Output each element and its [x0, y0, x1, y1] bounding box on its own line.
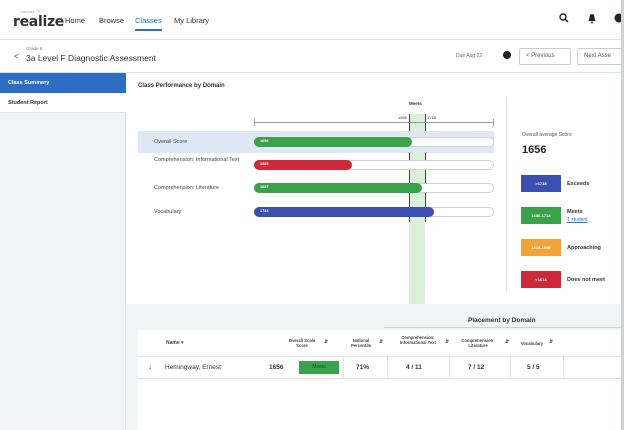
legend-label-approaching: Approaching	[567, 245, 601, 251]
vocabulary-placement: 5 / 5	[527, 364, 540, 371]
student-name[interactable]: Hemingway, Ernest	[165, 364, 221, 371]
placement-title: Placement by Domain	[468, 317, 536, 324]
informational-text-placement: 4 / 11	[406, 364, 422, 371]
average-score-label: Overall average Score	[522, 132, 572, 138]
nav-classes[interactable]: Classes	[135, 16, 162, 31]
legend-divider	[506, 97, 507, 292]
column-header-informational-text[interactable]: Comprehension: Informational Text	[392, 335, 444, 345]
sidebar: Class Summary Student Report	[0, 73, 126, 430]
literature-placement: 7 / 12	[468, 364, 485, 371]
domain-row: Comprehension: Literature 1687	[138, 177, 494, 199]
meets-lower-value: 1656	[398, 115, 407, 120]
brand-logo[interactable]: savvas ™ realize	[13, 9, 64, 33]
expand-row-icon[interactable]: ↓	[148, 362, 152, 371]
domain-bar-fill[interactable]: 1687	[254, 183, 422, 193]
column-divider	[449, 357, 450, 379]
domain-bar-value: 1589	[260, 162, 269, 166]
column-header-overall-score[interactable]: Overall Scale Score	[283, 338, 321, 348]
card-title: Class Performance by Domain	[138, 83, 225, 89]
domain-bar-value: 1744	[260, 209, 269, 213]
meets-upper-value: 1718	[427, 115, 436, 120]
top-navigation-bar: savvas ™ realize Home Browse Classes My …	[0, 0, 624, 40]
domain-bar-track: 1744	[254, 207, 494, 217]
nav-browse[interactable]: Browse	[99, 16, 124, 25]
status-badge: Meets	[299, 361, 339, 374]
domain-label: Overall Score	[154, 139, 188, 145]
scale-axis	[254, 122, 494, 123]
back-icon[interactable]: <	[14, 52, 19, 61]
legend-swatch-does-not-meet: <1614	[521, 271, 561, 288]
sort-icon[interactable]: ⇵	[324, 340, 328, 345]
legend-swatch-meets: 1656-1718	[521, 207, 561, 224]
domain-bar-fill[interactable]: 1744	[254, 207, 434, 217]
legend-swatch-approaching: 1614-1655	[521, 239, 561, 256]
bell-icon[interactable]	[586, 13, 598, 27]
previous-button[interactable]: < Previous	[519, 48, 571, 65]
legend-label-meets: Meets	[567, 209, 583, 215]
legend-swatch-exceeds: >1718	[521, 175, 561, 192]
placement-divider	[384, 327, 624, 328]
overall-scale-score: 1656	[269, 364, 284, 371]
table-header: Name ▾ Overall Scale Score ⇵ National Pe…	[138, 330, 624, 357]
column-header-vocabulary[interactable]: Vocabulary	[514, 341, 550, 346]
assignment-header: < Grade 6 3a Level F Diagnostic Assessme…	[0, 40, 624, 73]
app-window: savvas ™ realize Home Browse Classes My …	[0, 0, 624, 430]
column-header-name[interactable]: Name ▾	[166, 341, 184, 346]
domain-row: Vocabulary 1744	[138, 201, 494, 223]
status-dot-icon	[503, 51, 511, 59]
search-icon[interactable]	[558, 13, 570, 27]
sort-icon[interactable]: ⇵	[379, 340, 383, 345]
domain-label: Comprehension: Literature	[154, 185, 220, 191]
domain-row: Comprehension: Informational Text 1589	[138, 154, 494, 176]
page-title: 3a Level F Diagnostic Assessment	[26, 53, 156, 63]
legend-label-does-not-meet: Does not meet	[567, 277, 605, 283]
sort-icon[interactable]: ⇵	[505, 340, 509, 345]
domain-bar-value: 1687	[260, 185, 269, 189]
nav-my-library[interactable]: My Library	[174, 16, 209, 25]
sidebar-item-student-report[interactable]: Student Report	[0, 93, 126, 113]
domain-bar-track: 1589	[254, 160, 494, 170]
sidebar-item-class-summary[interactable]: Class Summary	[0, 73, 126, 93]
column-divider	[563, 357, 564, 379]
breadcrumb[interactable]: Grade 6	[26, 46, 42, 51]
domain-bar-track: 1687	[254, 183, 494, 193]
scale-tick	[254, 119, 255, 126]
meets-students-link[interactable]: 1 student	[567, 217, 588, 223]
domain-row: Overall Score 1656	[138, 131, 494, 153]
next-assessment-button[interactable]: Next Asse	[577, 48, 624, 65]
column-divider	[387, 357, 388, 379]
national-percentile: 71%	[356, 364, 370, 371]
column-divider	[343, 357, 344, 379]
legend-label-exceeds: Exceeds	[567, 181, 590, 187]
domain-bar-fill[interactable]: 1656	[254, 137, 412, 147]
column-divider	[510, 357, 511, 379]
brand-wordmark: realize	[13, 14, 64, 30]
sort-down-icon[interactable]: ▾	[181, 340, 184, 346]
class-performance-card: Class Performance by Domain Meets 1656 1…	[126, 73, 624, 344]
domain-label: Comprehension: Informational Text	[154, 157, 240, 163]
placement-table-section: Placement by Domain Name ▾ Overall Scale…	[126, 304, 624, 430]
domain-bar-fill[interactable]: 1589	[254, 160, 352, 170]
sort-icon[interactable]: ⇵	[445, 340, 449, 345]
due-date: Due Aug 22	[456, 53, 483, 59]
scale-tick	[493, 119, 494, 126]
column-header-name-label: Name	[166, 340, 180, 346]
column-header-national-percentile[interactable]: National Percentile	[345, 338, 377, 348]
average-score-value: 1656	[522, 144, 547, 156]
meets-label: Meets	[409, 101, 422, 106]
nav-home[interactable]: Home	[65, 16, 85, 25]
table-row[interactable]: ↓ Hemingway, Ernest 1656 Meets 71% 4 / 1…	[138, 357, 624, 379]
column-header-literature[interactable]: Comprehension: Literature	[452, 338, 504, 348]
table-empty-area	[138, 379, 624, 430]
domain-bar-value: 1656	[260, 139, 269, 143]
domain-bar-track: 1656	[254, 137, 494, 147]
sort-icon[interactable]: ⇵	[549, 340, 553, 345]
domain-label: Vocabulary	[154, 209, 182, 215]
